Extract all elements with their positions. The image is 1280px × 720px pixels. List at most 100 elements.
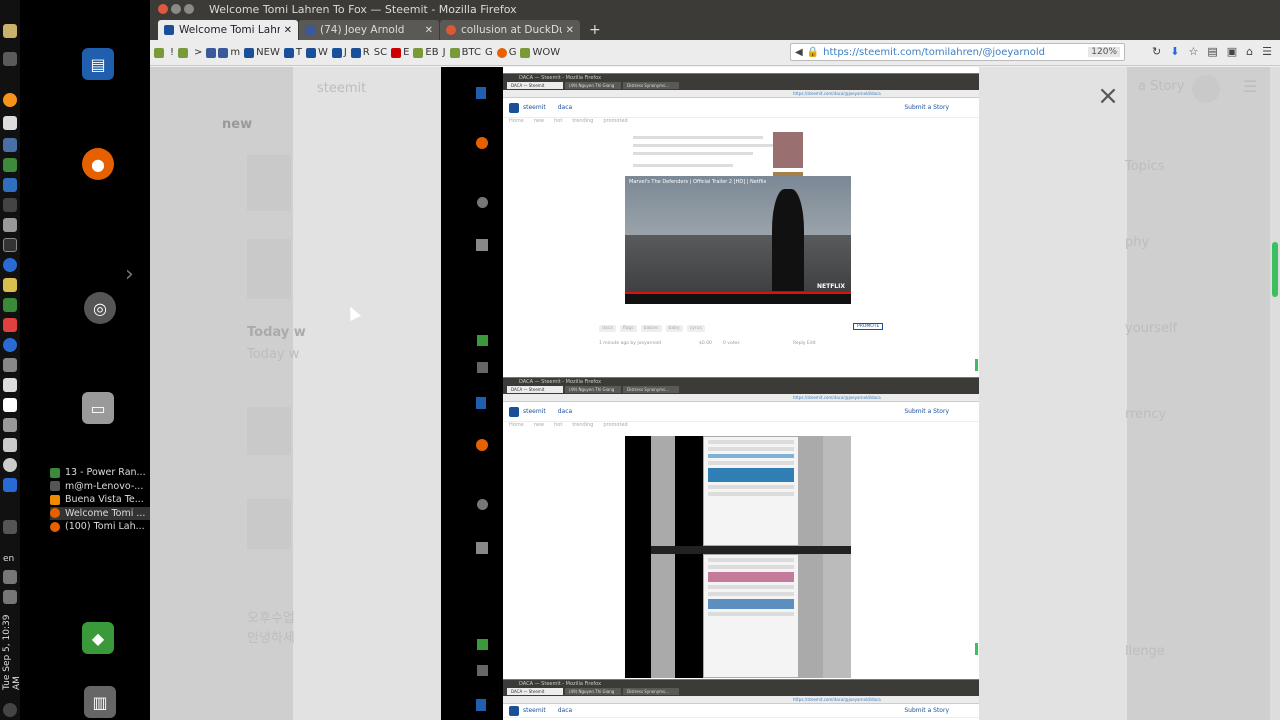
youtube-icon[interactable]: ▣ (1227, 45, 1237, 58)
desktop: en Tue Sep 5, 10:39 AM ▤ ● › ◎ ▭ 13 - Po… (0, 0, 1280, 720)
bookmark[interactable]: E (391, 47, 409, 58)
lightbox-close-button[interactable]: × (1094, 83, 1122, 111)
close-icon[interactable]: ✕ (425, 25, 433, 36)
network-icon[interactable] (3, 520, 17, 534)
bookmark[interactable]: WOW (520, 47, 560, 58)
window-maximize-button[interactable] (184, 4, 194, 14)
spreadsheet-icon[interactable] (3, 158, 17, 172)
keyboard-layout[interactable]: en (3, 554, 14, 564)
steemit-logo-icon (509, 705, 519, 716)
app-icon[interactable] (3, 298, 17, 312)
volume-icon[interactable] (3, 570, 17, 584)
text-line (633, 152, 753, 155)
bookmark[interactable]: J (331, 47, 347, 58)
app-icon[interactable] (3, 198, 17, 212)
app-icon[interactable] (3, 478, 17, 492)
bitcoin-icon[interactable] (3, 93, 17, 107)
ghost-thumbnail (247, 499, 291, 549)
bookmark[interactable]: J (443, 47, 446, 58)
reload-icon[interactable]: ↻ (1152, 45, 1161, 58)
ghost-post-title: Today w (247, 347, 300, 362)
close-icon[interactable]: ✕ (566, 25, 574, 36)
app-icon[interactable] (3, 258, 17, 272)
close-icon[interactable]: ✕ (284, 25, 292, 36)
star-icon[interactable]: ☆ (1188, 45, 1198, 58)
ghost-topic: phy (1125, 235, 1150, 250)
bookmark[interactable]: ! (170, 47, 174, 58)
url-text[interactable]: https://steemit.com/tomilahren/@joeyarno… (823, 47, 1045, 58)
window-minimize-button[interactable] (171, 4, 181, 14)
app-icon[interactable] (3, 418, 17, 432)
app-icon[interactable] (3, 24, 17, 38)
user-icon (477, 639, 488, 650)
bookmark[interactable]: m (206, 47, 240, 58)
page-scrollbar[interactable] (1270, 67, 1280, 720)
app-icon[interactable] (3, 458, 17, 472)
app-icon[interactable] (3, 138, 17, 152)
ghost-post-title: 오후수업 (247, 611, 295, 626)
bookmark[interactable]: R (350, 47, 370, 58)
ghost-thumbnail (247, 239, 291, 299)
embedded-reply: Reply Edit (793, 341, 816, 346)
document-icon[interactable] (3, 116, 17, 130)
tab-joey-arnold[interactable]: (74) Joey Arnold ✕ (299, 20, 439, 40)
writer-icon[interactable]: ▤ (82, 48, 114, 80)
ghost-avatar (1192, 75, 1220, 103)
firefox-window: Welcome Tomi Lahren To Fox — Steemit - M… (150, 0, 1280, 720)
launcher-panel: ▤ ● › ◎ ▭ 13 - Power Ran... m@m-Lenovo-.… (20, 0, 168, 720)
url-bar[interactable]: ◀ 🔒 https://steemit.com/tomilahren/@joey… (790, 43, 1125, 61)
bookmark[interactable]: W (305, 47, 328, 58)
app-icon[interactable] (3, 338, 17, 352)
chevron-right-icon[interactable]: › (125, 262, 134, 287)
power-icon[interactable] (3, 703, 17, 717)
zoom-level[interactable]: 120% (1088, 47, 1120, 57)
bookmark[interactable]: NEW (244, 47, 280, 58)
new-tab-button[interactable]: + (581, 22, 609, 40)
nested-divider (651, 546, 851, 554)
tab-bar: Welcome Tomi Lahren ✕ (74) Joey Arnold ✕… (150, 18, 1280, 40)
app-icon[interactable] (3, 52, 17, 66)
menu-icon[interactable]: ☰ (1262, 45, 1272, 58)
ubuntu-icon (477, 197, 488, 208)
trash-icon[interactable]: ▥ (84, 686, 116, 718)
app-icon[interactable] (3, 358, 17, 372)
embedded-frame: DACA — Steemit - Mozilla Firefox DACA — … (503, 73, 979, 377)
bookmark[interactable]: G (496, 47, 516, 58)
app-icon[interactable] (3, 378, 17, 392)
bookmark-folder[interactable] (154, 47, 166, 58)
bookmark[interactable]: EB (413, 47, 439, 58)
app-icon[interactable] (3, 398, 17, 412)
archive-icon (476, 542, 488, 554)
tab-welcome[interactable]: Welcome Tomi Lahren ✕ (158, 20, 298, 40)
bookmark-folder[interactable] (178, 47, 190, 58)
embedded-site-header: steemit daca Submit a Story (503, 98, 979, 118)
app-icon[interactable] (3, 178, 17, 192)
back-icon[interactable]: ◀ (795, 47, 803, 58)
window-close-button[interactable] (158, 4, 168, 14)
archive-icon[interactable]: ▭ (82, 392, 114, 424)
nested-gray (651, 436, 675, 678)
app-icon[interactable] (3, 218, 17, 232)
bookmark[interactable]: T (283, 47, 302, 58)
app-icon[interactable] (3, 318, 17, 332)
download-icon[interactable]: ⬇ (1170, 45, 1179, 58)
user-icon[interactable]: ◆ (82, 622, 114, 654)
bookmark[interactable]: > (194, 47, 202, 58)
clock[interactable]: Tue Sep 5, 10:39 AM (2, 600, 22, 690)
scrollbar-thumb[interactable] (1272, 242, 1278, 297)
app-icon[interactable] (3, 438, 17, 452)
terminal-icon[interactable] (3, 238, 17, 252)
firefox-icon (50, 521, 60, 532)
embedded-frame: DACA — Steemit - Mozilla Firefox DACA — … (503, 679, 979, 720)
ubuntu-icon[interactable]: ◎ (84, 292, 116, 324)
embedded-promote: PROMOTE (853, 323, 884, 330)
bookmark[interactable]: BTC (449, 47, 481, 58)
bookmark[interactable]: SC (374, 47, 387, 58)
library-icon[interactable]: ▤ (1207, 45, 1217, 58)
tab-duckduckgo[interactable]: collusion at DuckDuck ✕ (440, 20, 580, 40)
folder-icon[interactable] (3, 278, 17, 292)
home-icon[interactable]: ⌂ (1246, 45, 1253, 58)
firefox-icon (50, 508, 60, 519)
bookmark[interactable]: G (485, 47, 493, 58)
firefox-icon[interactable]: ● (82, 148, 114, 180)
